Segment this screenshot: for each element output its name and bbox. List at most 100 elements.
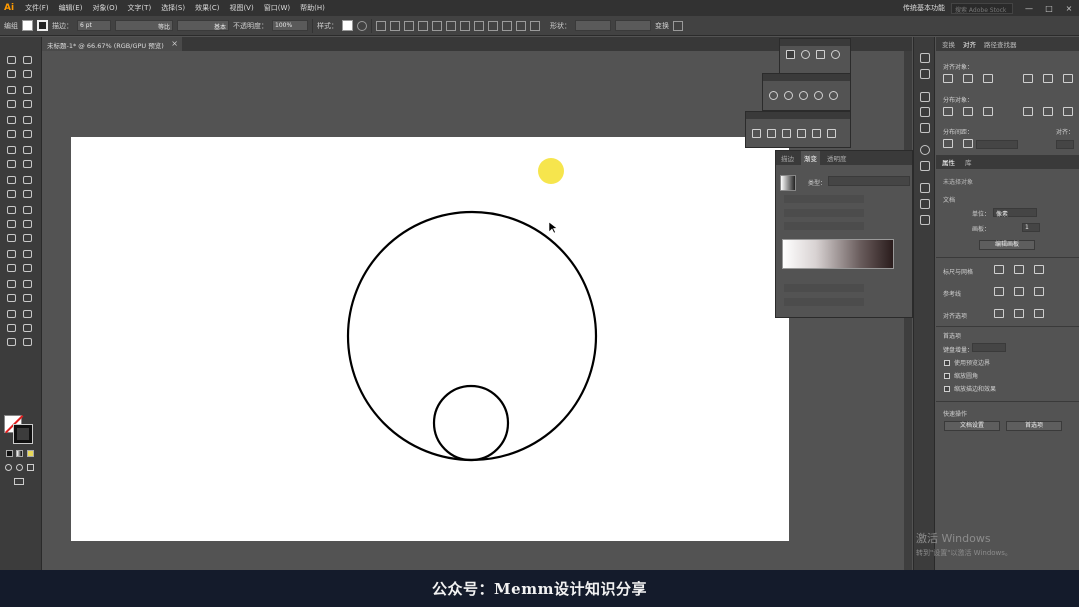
distribute-bottom-icon[interactable] xyxy=(488,20,498,31)
align-right-icon[interactable] xyxy=(983,74,993,83)
column-graph-tool-icon[interactable] xyxy=(6,233,18,244)
menu-view[interactable]: 视图(V) xyxy=(224,3,258,13)
document-tab[interactable]: 未标题-1* @ 66.67% (RGB/GPU 预览) × xyxy=(42,37,182,51)
gradient-mode-icon[interactable] xyxy=(16,450,23,457)
anchor-remove-icon[interactable] xyxy=(827,129,836,138)
checkbox[interactable] xyxy=(944,372,950,379)
graphic-styles-icon[interactable] xyxy=(920,123,930,133)
align-top-icon[interactable] xyxy=(418,20,428,31)
edit-artboards-button[interactable]: 编辑画板 xyxy=(979,240,1035,250)
opacity-field[interactable]: 100% xyxy=(272,20,308,31)
brushes-panel-icon[interactable] xyxy=(920,92,930,102)
distribute-top-icon[interactable] xyxy=(943,107,953,116)
pucker-tool-icon[interactable] xyxy=(6,309,18,320)
stroke-weight-field[interactable]: 6 pt xyxy=(77,20,111,31)
gradient-opacity-row[interactable] xyxy=(784,284,864,292)
spacing-value-field[interactable] xyxy=(976,140,1018,149)
appearance-panel-icon[interactable] xyxy=(920,145,930,155)
live-paint-icon[interactable] xyxy=(816,50,825,59)
color-mode-icon[interactable] xyxy=(6,450,13,457)
menu-effect[interactable]: 效果(C) xyxy=(190,3,224,13)
scale-strokes-checkbox[interactable]: 缩放描边和效果 xyxy=(944,384,996,393)
align-top-icon[interactable] xyxy=(1023,74,1033,83)
scale-corners-checkbox[interactable]: 缩放圆角 xyxy=(944,371,978,380)
star-tool-icon[interactable] xyxy=(799,91,808,100)
checkbox[interactable] xyxy=(944,359,950,366)
direct-selection-tool-icon[interactable] xyxy=(22,55,34,66)
gradient-angle-row[interactable] xyxy=(784,209,864,217)
artboard-select[interactable]: 1 xyxy=(1022,223,1040,232)
gradient-tool-icon[interactable] xyxy=(6,205,18,216)
line-tool-icon[interactable] xyxy=(22,99,34,110)
snap-glyph-icon[interactable] xyxy=(1034,309,1044,318)
curvature-tool-icon[interactable] xyxy=(22,85,34,96)
perspective-icon[interactable] xyxy=(831,50,840,59)
paintbrush-tool-icon[interactable] xyxy=(22,115,34,126)
distribute-vspace-icon[interactable] xyxy=(943,139,953,148)
menu-file[interactable]: 文件(F) xyxy=(20,3,54,13)
symbols-panel-icon[interactable] xyxy=(920,107,930,117)
menu-edit[interactable]: 编辑(E) xyxy=(54,3,88,13)
scale-tool-icon[interactable] xyxy=(22,145,34,156)
menu-help[interactable]: 帮助(H) xyxy=(295,3,330,13)
small-circle[interactable] xyxy=(432,384,510,462)
eraser-tool-icon[interactable] xyxy=(22,129,34,140)
distribute-right-icon[interactable] xyxy=(1063,107,1073,116)
zoom-tool-icon[interactable] xyxy=(6,263,18,274)
distribute-hcenter-icon[interactable] xyxy=(516,20,526,31)
align-bottom-icon[interactable] xyxy=(1063,74,1073,83)
tab-properties[interactable]: 属性 xyxy=(942,157,955,167)
fill-color-swatch[interactable] xyxy=(22,20,33,31)
gradient-slider[interactable] xyxy=(782,239,894,269)
align-left-icon[interactable] xyxy=(943,74,953,83)
stock-search-input[interactable]: 搜索 Adobe Stock xyxy=(951,2,1013,14)
anchor-add-icon[interactable] xyxy=(812,129,821,138)
maximize-button[interactable]: □ xyxy=(1039,4,1059,13)
anchor-convert-icon[interactable] xyxy=(752,129,761,138)
artboards-panel-icon[interactable] xyxy=(920,199,930,209)
menu-select[interactable]: 选择(S) xyxy=(156,3,190,13)
distribute-vcenter-icon[interactable] xyxy=(474,20,484,31)
gradient-location-row[interactable] xyxy=(784,298,864,306)
menu-type[interactable]: 文字(T) xyxy=(122,3,156,13)
symbol-sprayer-tool-icon[interactable] xyxy=(22,219,34,230)
perspective-grid-tool-icon[interactable] xyxy=(6,189,18,200)
shape-builder-tool-icon[interactable] xyxy=(6,175,18,186)
width-tool-icon[interactable] xyxy=(6,159,18,170)
workspace-switcher[interactable]: 传统基本功能 xyxy=(897,3,951,13)
shape-builder-icon[interactable] xyxy=(801,50,810,59)
eyedropper-tool-icon[interactable] xyxy=(22,205,34,216)
spiral-tool-icon[interactable] xyxy=(829,91,838,100)
warp-tool-icon[interactable] xyxy=(6,293,18,304)
polygon-tool-icon[interactable] xyxy=(784,91,793,100)
variable-width-profile[interactable]: 等比 xyxy=(115,20,173,31)
graphic-style-swatch[interactable] xyxy=(342,20,353,31)
checkbox[interactable] xyxy=(944,385,950,392)
menu-object[interactable]: 对象(O) xyxy=(87,3,122,13)
align-bottom-icon[interactable] xyxy=(446,20,456,31)
knife-tool-icon[interactable] xyxy=(6,279,18,290)
units-select[interactable]: 像素 xyxy=(993,208,1037,218)
isolate-icon[interactable] xyxy=(673,20,683,31)
artboard-tool-icon[interactable] xyxy=(22,233,34,244)
recolor-artwork-icon[interactable] xyxy=(357,20,367,31)
none-mode-icon[interactable] xyxy=(27,450,34,457)
brush-definition[interactable]: 基本 xyxy=(177,20,229,31)
puppet-warp-tool-icon[interactable] xyxy=(22,263,34,274)
tab-stroke[interactable]: 描边 xyxy=(781,153,794,163)
draw-normal-icon[interactable] xyxy=(5,464,12,471)
gradient-thumbnail[interactable] xyxy=(780,175,796,191)
ellipse-tool-icon[interactable] xyxy=(769,91,778,100)
arc-tool-icon[interactable] xyxy=(814,91,823,100)
anchor-join-icon[interactable] xyxy=(797,129,806,138)
magic-wand-tool-icon[interactable] xyxy=(6,69,18,80)
stroke-color-box[interactable] xyxy=(13,424,33,444)
close-tab-icon[interactable]: × xyxy=(171,39,178,48)
ruler-icon[interactable] xyxy=(994,265,1004,274)
wrinkle-tool-icon[interactable] xyxy=(6,337,18,348)
distribute-left-icon[interactable] xyxy=(502,20,512,31)
lasso-tool-icon[interactable] xyxy=(22,69,34,80)
lock-guides-icon[interactable] xyxy=(1014,287,1024,296)
preview-bounds-checkbox[interactable]: 使用预览边界 xyxy=(944,358,990,367)
anchor-cut-icon[interactable] xyxy=(782,129,791,138)
